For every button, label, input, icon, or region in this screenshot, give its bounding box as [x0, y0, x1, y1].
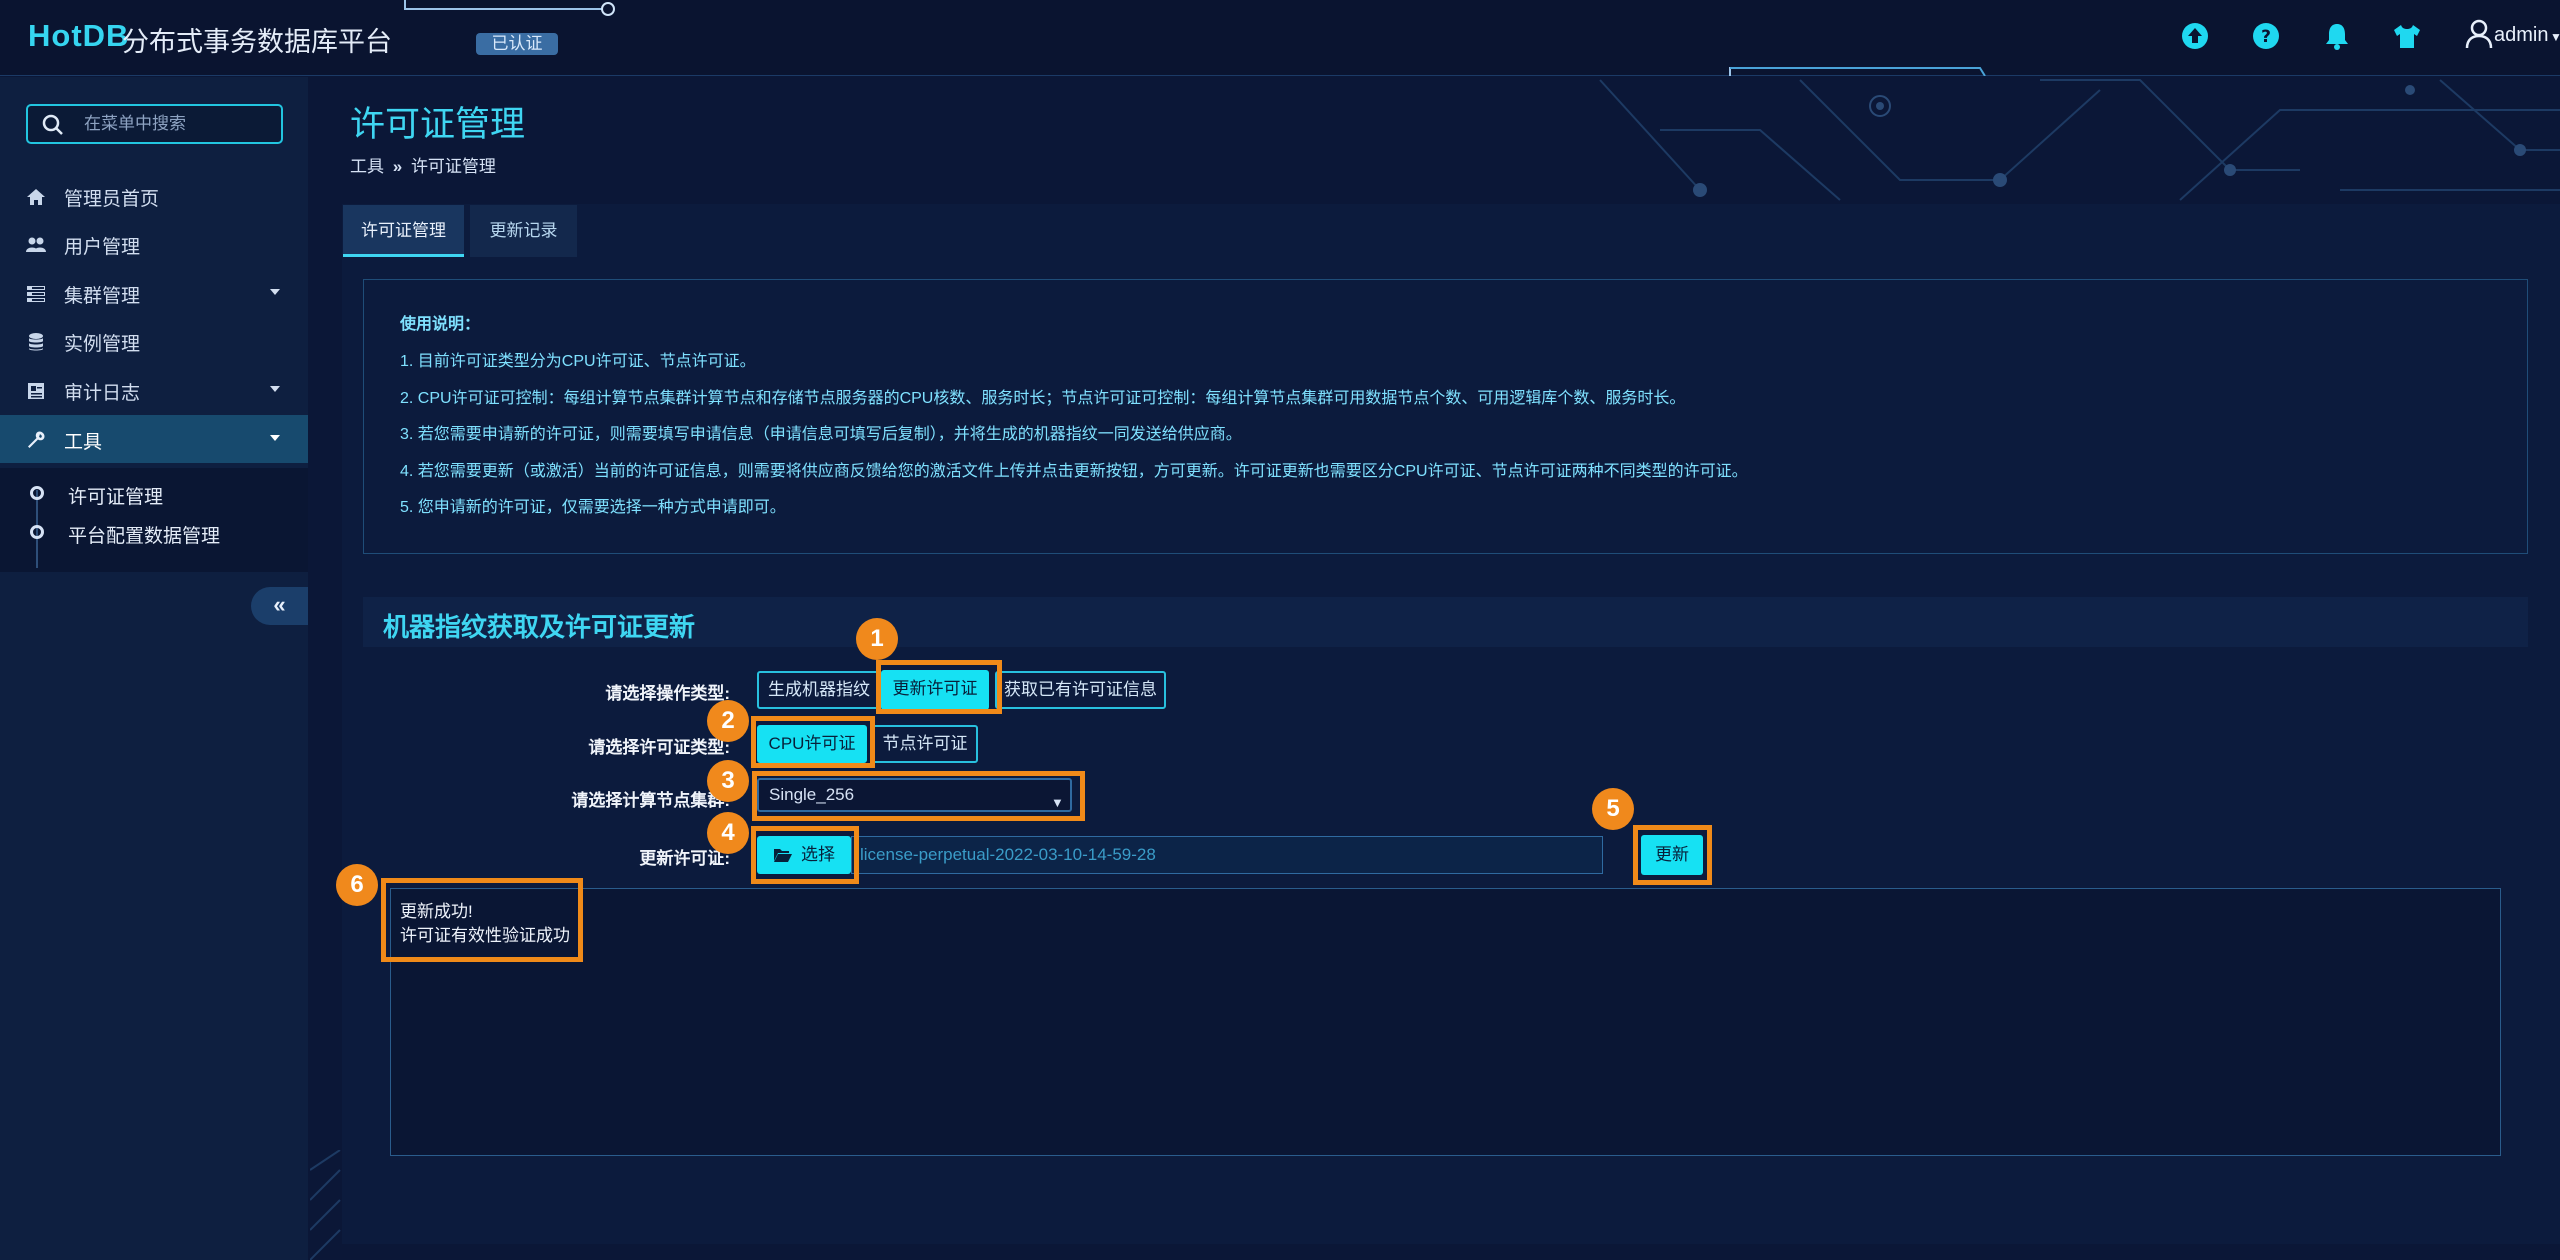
cluster-icon — [27, 286, 45, 302]
background-circuit-decoration — [1599, 79, 2560, 201]
sidebar-item-instance-management[interactable]: 实例管理 — [0, 317, 308, 365]
callout-highlight-1 — [876, 660, 1002, 714]
brand-logo[interactable]: HotDB — [28, 18, 129, 54]
shirt-icon[interactable] — [2390, 19, 2424, 53]
callout-highlight-2 — [751, 716, 875, 768]
generate-fingerprint-button[interactable]: 生成机器指纹 — [757, 671, 881, 709]
user-icon[interactable] — [2462, 17, 2496, 51]
users-icon — [26, 237, 46, 252]
sidebar-collapse-button[interactable]: « — [251, 587, 308, 625]
breadcrumb-parent-link[interactable]: 工具 — [350, 157, 384, 176]
submenu-item-license-management[interactable]: 许可证管理 — [0, 474, 308, 512]
caret-down-icon — [270, 435, 280, 441]
database-icon — [29, 333, 43, 351]
license-file-field[interactable]: license-perpetual-2022-03-10-14-59-28 — [851, 836, 1603, 874]
instruction-line: 2. CPU许可证可控制：每组计算节点集群计算节点和存储节点服务器的CPU核数、… — [400, 390, 1686, 407]
sidebar-item-label: 实例管理 — [64, 334, 141, 355]
top-header: HotDB 分布式事务数据库平台 已认证 ? admin ▼ — [0, 0, 2560, 76]
sidebar-item-tools[interactable]: 工具 — [0, 415, 308, 463]
submenu-item-label: 许可证管理 — [68, 487, 164, 508]
usage-instructions-panel: 使用说明： 1. 目前许可证类型分为CPU许可证、节点许可证。 2. CPU许可… — [363, 279, 2528, 554]
certified-badge: 已认证 — [476, 33, 558, 55]
tools-submenu: 许可证管理 平台配置数据管理 — [0, 468, 308, 572]
instruction-line: 4. 若您需要更新（或激活）当前的许可证信息，则需要将供应商反馈给您的激活文件上… — [400, 463, 1748, 480]
node-license-button[interactable]: 节点许可证 — [872, 725, 978, 763]
callout-badge-1: 1 — [856, 618, 898, 660]
chevron-down-icon[interactable]: ▼ — [2550, 30, 2560, 44]
upload-icon[interactable] — [2178, 19, 2212, 53]
sidebar-item-audit-log[interactable]: 审计日志 — [0, 366, 308, 414]
submenu-item-label: 平台配置数据管理 — [68, 526, 221, 547]
caret-down-icon — [270, 386, 280, 392]
bell-icon[interactable] — [2320, 19, 2354, 53]
cluster-select-label: 请选择计算节点集群: — [571, 791, 730, 810]
breadcrumb-separator: » — [392, 157, 403, 176]
home-icon — [27, 189, 45, 205]
help-icon[interactable]: ? — [2249, 19, 2283, 53]
wrench-icon — [28, 431, 45, 448]
audit-log-icon — [28, 383, 44, 399]
submenu-item-platform-config[interactable]: 平台配置数据管理 — [0, 514, 308, 552]
callout-badge-3: 3 — [707, 760, 749, 802]
sidebar-item-cluster-management[interactable]: 集群管理 — [0, 269, 308, 317]
license-type-label: 请选择许可证类型: — [588, 738, 730, 757]
callout-badge-4: 4 — [707, 812, 749, 854]
section-header: 机器指纹获取及许可证更新 — [363, 597, 2528, 647]
sidebar-item-label: 用户管理 — [64, 237, 141, 258]
breadcrumb: 工具 » 许可证管理 — [350, 152, 496, 177]
menu-search-box[interactable] — [26, 104, 283, 144]
result-output-box: 更新成功! 许可证有效性验证成功 — [390, 888, 2501, 1156]
instruction-line: 3. 若您需要申请新的许可证，则需要填写申请信息（申请信息可填写后复制），并将生… — [400, 426, 1242, 443]
callout-badge-5: 5 — [1592, 788, 1634, 830]
app-title: 分布式事务数据库平台 — [122, 27, 392, 57]
section-title: 机器指纹获取及许可证更新 — [383, 612, 696, 642]
caret-down-icon — [270, 289, 280, 295]
callout-highlight-4 — [751, 826, 859, 884]
instructions-title: 使用说明： — [400, 316, 481, 333]
search-icon — [42, 114, 63, 135]
background-corner-decoration — [310, 1150, 341, 1260]
header-circuit-line — [404, 0, 1986, 76]
submenu-bullet — [30, 525, 44, 539]
menu-search-input[interactable] — [82, 108, 272, 140]
callout-highlight-6 — [381, 878, 583, 962]
tab-license-management[interactable]: 许可证管理 — [343, 205, 464, 257]
instruction-line: 1. 目前许可证类型分为CPU许可证、节点许可证。 — [400, 353, 756, 370]
callout-badge-2: 2 — [707, 700, 749, 742]
instruction-line: 5. 您申请新的许可证，仅需要选择一种方式申请即可。 — [400, 499, 786, 516]
sidebar-item-label: 集群管理 — [64, 286, 141, 307]
callout-highlight-5 — [1633, 825, 1712, 885]
sidebar-item-label: 管理员首页 — [64, 189, 160, 210]
get-license-info-button[interactable]: 获取已有许可证信息 — [995, 671, 1166, 709]
sidebar-item-admin-home[interactable]: 管理员首页 — [0, 172, 308, 220]
sidebar-item-label: 审计日志 — [64, 383, 141, 404]
breadcrumb-current: 许可证管理 — [410, 157, 496, 176]
operation-type-label: 请选择操作类型: — [605, 684, 730, 703]
svg-text:?: ? — [2261, 27, 2271, 47]
submenu-bullet — [30, 486, 44, 500]
user-menu[interactable]: admin — [2494, 24, 2548, 47]
page-title: 许可证管理 — [350, 105, 526, 144]
tab-update-history[interactable]: 更新记录 — [470, 205, 577, 257]
update-license-label: 更新许可证: — [639, 849, 730, 868]
sidebar-item-user-management[interactable]: 用户管理 — [0, 220, 308, 268]
callout-highlight-3 — [752, 771, 1085, 821]
callout-badge-6: 6 — [336, 864, 378, 906]
sidebar-item-label: 工具 — [64, 432, 103, 453]
